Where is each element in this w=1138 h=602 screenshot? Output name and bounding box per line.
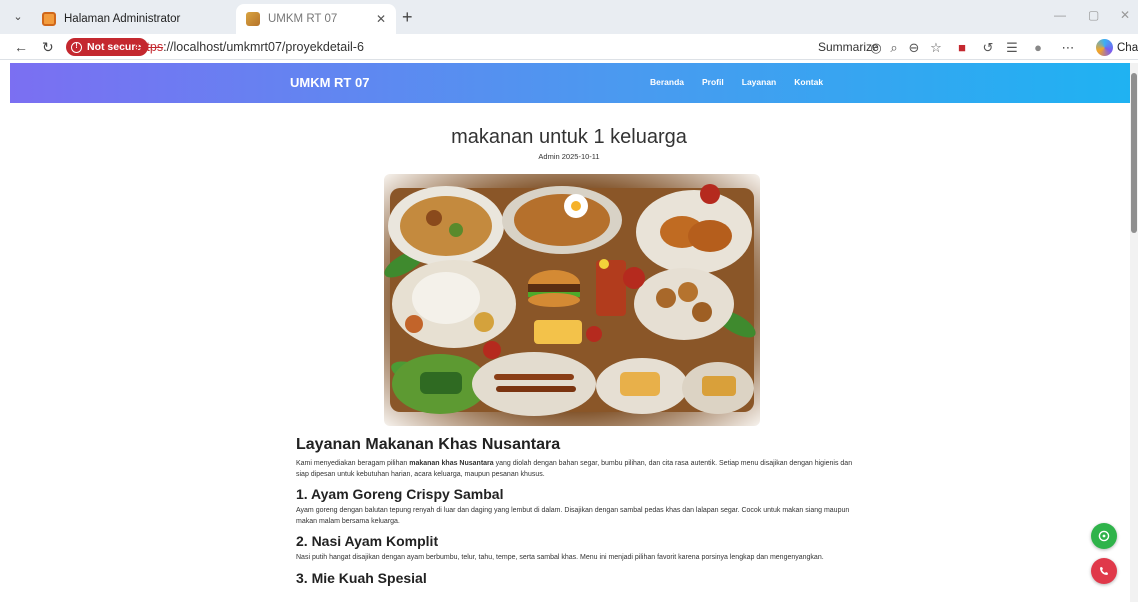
url-field[interactable]: https://localhost/umkmrt07/proyekdetail-… <box>136 40 364 54</box>
copilot-chat-button[interactable]: Chat <box>1096 39 1138 56</box>
intro-bold-text: makanan khas Nusantara <box>409 460 494 467</box>
profile-avatar-icon[interactable]: ● <box>1030 40 1046 55</box>
whatsapp-button[interactable] <box>1091 523 1117 549</box>
article-intro: Kami menyediakan beragam pilihan makanan… <box>296 459 856 480</box>
tab-halaman-administrator[interactable]: Halaman Administrator ✕ <box>32 4 256 34</box>
menu-item-title: 3. Mie Kuah Spesial <box>296 569 427 586</box>
tab-title: UMKM RT 07 <box>268 13 338 25</box>
nav-beranda[interactable]: Beranda <box>650 77 684 87</box>
settings-more-icon[interactable]: ⋯ <box>1060 40 1076 56</box>
site-brand[interactable]: UMKM RT 07 <box>290 75 369 90</box>
food-illustration <box>384 184 756 416</box>
phone-icon <box>1100 567 1108 575</box>
site-navbar: UMKM RT 07 Beranda Profil Layanan Kontak <box>10 63 1130 103</box>
refresh-extension-icon[interactable]: ↺ <box>980 40 996 56</box>
browser-tab-bar: ⌄ Halaman Administrator ✕ UMKM RT 07 ✕ +… <box>0 0 1138 34</box>
post-meta: Admin 2025-10-11 <box>538 152 600 161</box>
tab-actions-chevron-icon[interactable]: ⌄ <box>10 9 26 25</box>
call-button[interactable] <box>1091 558 1117 584</box>
favicon-icon <box>246 12 260 26</box>
tab-umkm-rt07[interactable]: UMKM RT 07 ✕ <box>236 4 396 34</box>
copilot-icon <box>1096 39 1113 56</box>
nav-profil[interactable]: Profil <box>702 77 724 87</box>
new-tab-plus-icon[interactable]: + <box>402 7 413 28</box>
summarize-icon[interactable]: ◎ <box>868 40 884 56</box>
food-hero-image <box>384 174 760 426</box>
tab-title: Halaman Administrator <box>64 13 181 25</box>
whatsapp-icon <box>1098 530 1110 542</box>
chat-label: Chat <box>1117 41 1138 54</box>
menu-item-desc: Ayam goreng dengan balutan tepung renyah… <box>296 507 850 525</box>
url-path: ://localhost/umkmrt07/proyekdetail-6 <box>163 40 364 54</box>
warning-icon: ! <box>71 41 82 53</box>
nav-layanan[interactable]: Layanan <box>742 77 777 87</box>
intro-text: Kami menyediakan beragam pilihan <box>296 460 410 467</box>
menu-item-title: 2. Nasi Ayam Komplit <box>296 533 439 549</box>
article-heading: Layanan Makanan Khas Nusantara <box>296 436 561 453</box>
back-arrow-icon[interactable]: ← <box>14 39 28 55</box>
maximize-icon[interactable]: ▢ <box>1088 8 1099 22</box>
menu-item-title: 1. Ayam Goreng Crispy Sambal <box>296 486 504 502</box>
address-bar: ← ↻ ! Not secure https://localhost/umkmr… <box>0 34 1138 60</box>
more-options-circle-icon[interactable]: ⊖ <box>906 40 922 56</box>
menu-item-desc: Nasi putih hangat disajikan dengan ayam … <box>296 554 824 561</box>
favorite-star-icon[interactable]: ☆ <box>928 40 944 56</box>
nav-kontak[interactable]: Kontak <box>794 77 823 87</box>
window-close-icon[interactable]: ✕ <box>1120 8 1130 22</box>
zoom-icon[interactable]: ⌕ <box>886 40 902 56</box>
article-body: Layanan Makanan Khas Nusantara Kami meny… <box>296 436 856 590</box>
not-secure-label: Not secure <box>87 41 142 53</box>
favorites-list-icon[interactable]: ☰ <box>1004 40 1020 56</box>
favicon-icon <box>42 12 56 26</box>
site-menu: Beranda Profil Layanan Kontak <box>650 77 823 87</box>
minimize-icon[interactable]: — <box>1054 8 1066 22</box>
post-title: makanan untuk 1 keluarga <box>451 126 687 148</box>
extension-icon[interactable]: ■ <box>954 40 970 55</box>
url-protocol: https <box>136 40 164 54</box>
reload-icon[interactable]: ↻ <box>42 39 54 56</box>
close-icon[interactable]: ✕ <box>376 12 386 26</box>
